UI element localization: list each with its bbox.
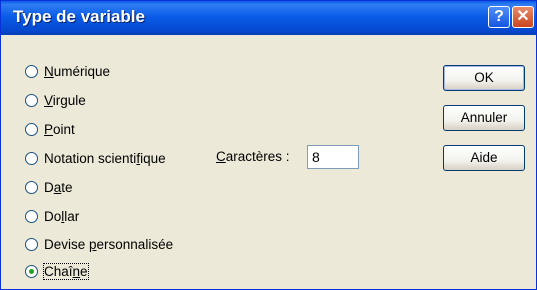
dialog-body: Numérique Virgule Point Notation scienti… — [1, 35, 536, 289]
characters-input[interactable] — [307, 145, 359, 169]
radio-numerique[interactable]: Numérique — [25, 61, 110, 81]
radio-label: Numérique — [44, 63, 111, 79]
radio-button[interactable] — [25, 209, 38, 223]
radio-label: Point — [44, 121, 75, 137]
radio-label: Chaîne — [43, 262, 89, 280]
title-bar: Type de variable ? ✕ — [1, 1, 536, 35]
radio-label: Notation scientifique — [44, 150, 166, 166]
close-button[interactable]: ✕ — [512, 6, 534, 28]
radio-virgule[interactable]: Virgule — [25, 90, 86, 110]
characters-label: Caractères : — [216, 149, 290, 164]
help-button[interactable]: Aide — [443, 145, 525, 171]
question-icon: ? — [494, 8, 504, 25]
radio-button[interactable] — [25, 64, 38, 78]
radio-devise-personnalisee[interactable]: Devise personnalisée — [25, 234, 173, 254]
cancel-button[interactable]: Annuler — [443, 105, 525, 131]
radio-label: Devise personnalisée — [44, 236, 174, 252]
radio-label: Dollar — [44, 208, 80, 224]
radio-date[interactable]: Date — [25, 177, 73, 197]
radio-button[interactable] — [25, 122, 38, 136]
radio-button[interactable] — [25, 237, 38, 251]
radio-button[interactable] — [25, 93, 38, 107]
radio-button-selected[interactable] — [25, 264, 38, 278]
close-icon: ✕ — [516, 8, 530, 25]
radio-notation-scientifique[interactable]: Notation scientifique — [25, 148, 166, 168]
dialog-title: Type de variable — [13, 7, 145, 26]
radio-point[interactable]: Point — [25, 119, 75, 139]
variable-type-dialog: Type de variable ? ✕ Numérique Virgule P… — [0, 0, 537, 290]
radio-dollar[interactable]: Dollar — [25, 206, 79, 226]
ok-button[interactable]: OK — [443, 65, 525, 91]
radio-label: Virgule — [44, 92, 86, 108]
radio-button[interactable] — [25, 151, 38, 165]
radio-label: Date — [44, 179, 73, 195]
help-title-button[interactable]: ? — [488, 6, 510, 28]
radio-chaine[interactable]: Chaîne — [25, 261, 89, 281]
radio-button[interactable] — [25, 180, 38, 194]
